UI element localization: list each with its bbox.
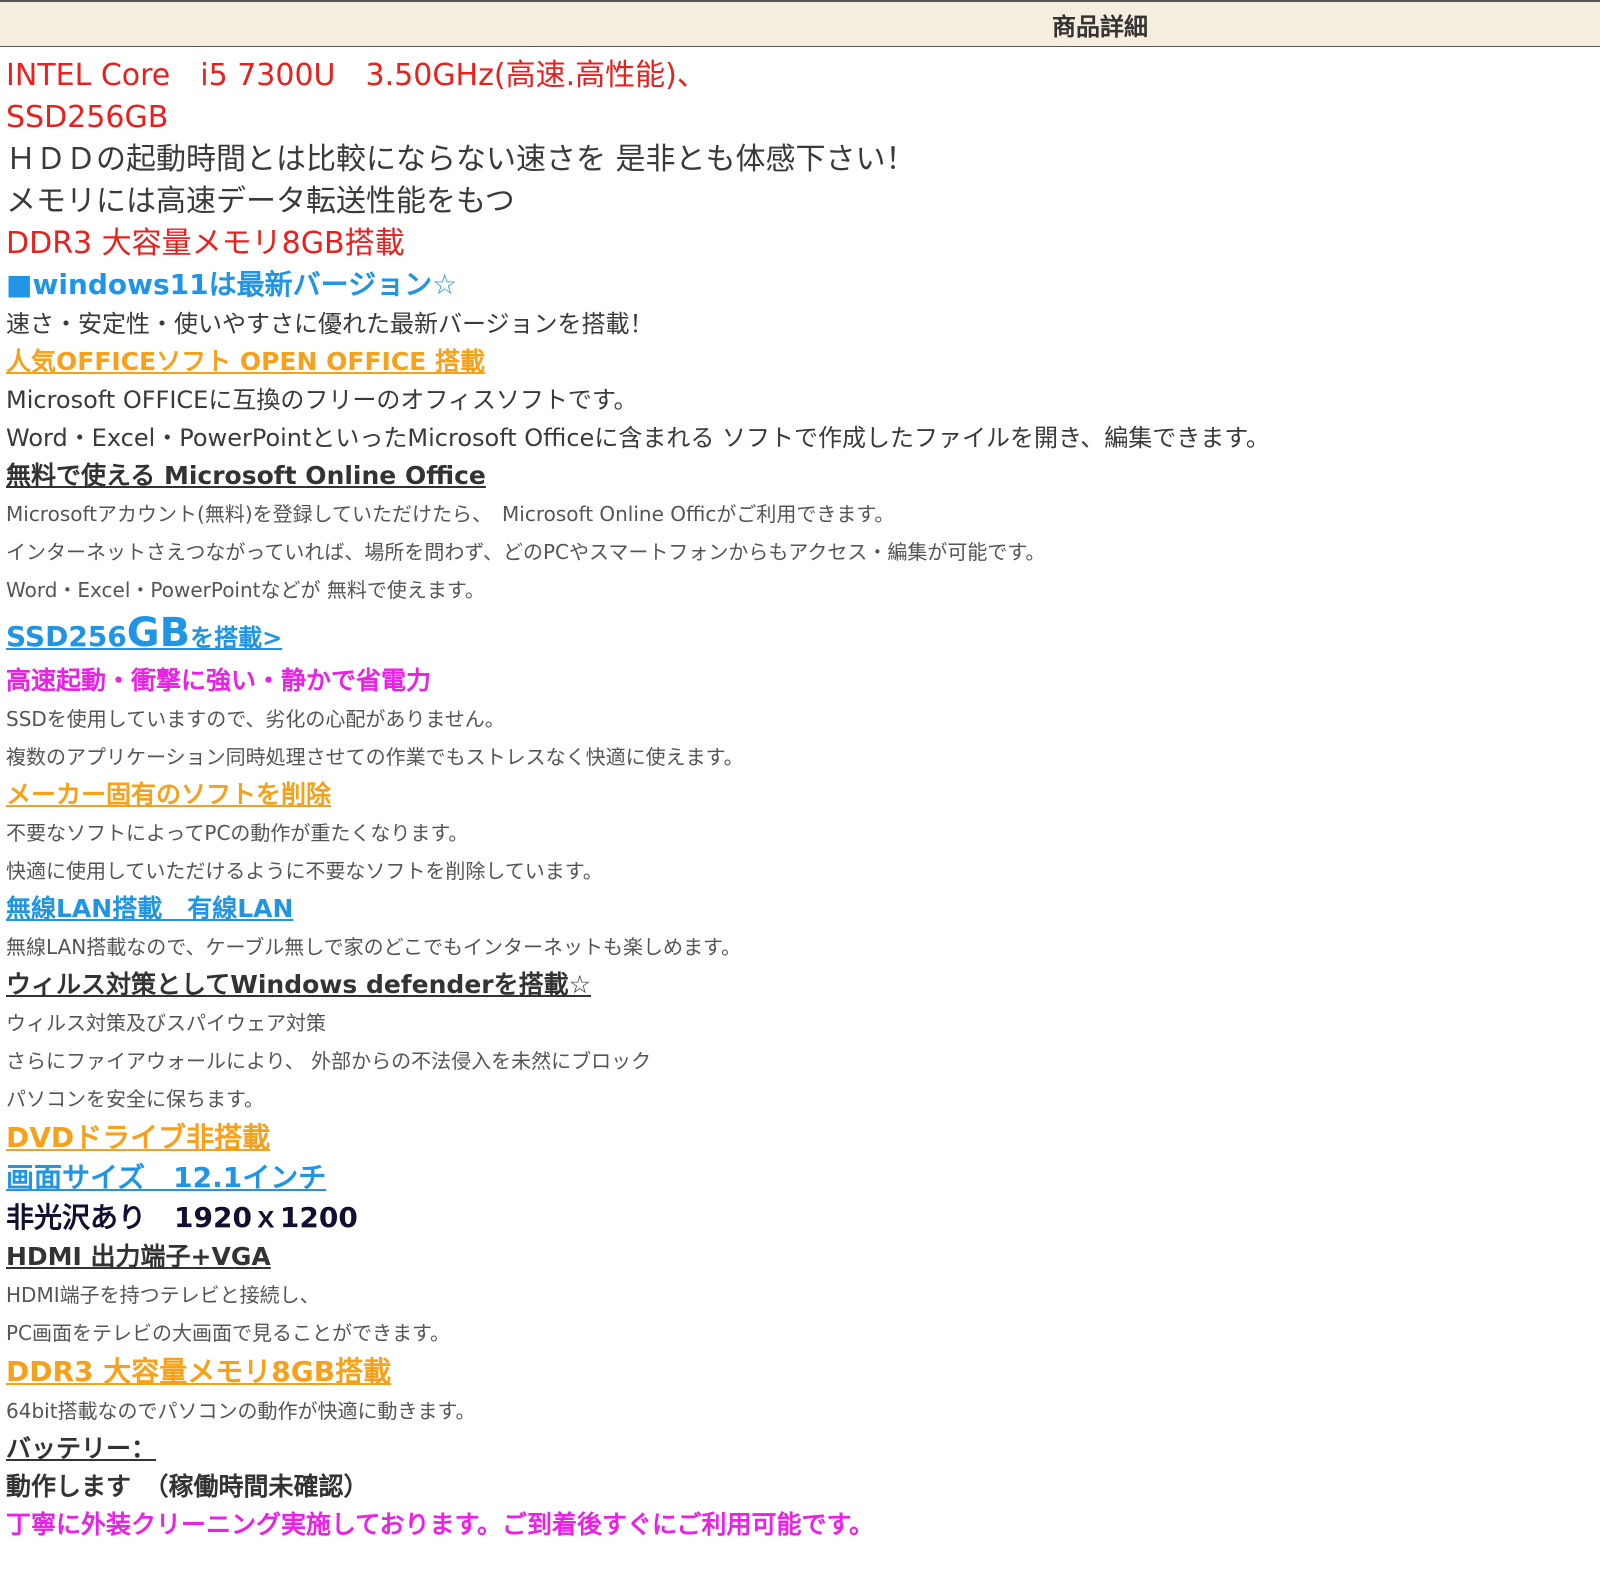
office-heading: 人気OFFICEソフト OPEN OFFICE 搭載 bbox=[6, 347, 485, 376]
cleaning-note: 丁寧に外装クリーニング実施しております。ご到着後すぐにご利用可能です。 bbox=[6, 1510, 875, 1539]
ssd-heading-a: SSD256 bbox=[6, 620, 127, 653]
hdmi-heading: HDMI 出力端子+VGA bbox=[6, 1242, 271, 1271]
ssd-desc-1: SSDを使用していますので、劣化の心配がありません。 bbox=[6, 707, 505, 731]
battery-heading: バッテリー： bbox=[6, 1434, 157, 1463]
dvd-heading: DVDドライブ非搭載 bbox=[6, 1121, 271, 1154]
memory-line: DDR3 大容量メモリ8GB搭載 bbox=[6, 226, 405, 261]
windows-heading: ■windows11は最新バージョン☆ bbox=[6, 268, 458, 301]
battery-desc: 動作します （稼働時間未確認） bbox=[6, 1472, 369, 1501]
online-office-heading: 無料で使える Microsoft Online Office bbox=[6, 461, 486, 490]
maker-software-desc-1: 不要なソフトによってPCの動作が重たくなります。 bbox=[6, 821, 469, 845]
ssd-features: 高速起動・衝撃に強い・静かで省電力 bbox=[6, 666, 432, 695]
office-desc-2: Word・Excel・PowerPointといったMicrosoft Offic… bbox=[6, 424, 1270, 452]
hdd-compare-line: ＨＤＤの起動時間とは比較にならない速さを 是非とも体感下さい！ bbox=[6, 142, 916, 177]
ssd-heading-b: GB bbox=[126, 610, 191, 656]
memory-intro-line: メモリには高速データ転送性能をもつ bbox=[6, 184, 515, 219]
virus-desc-2: さらにファイアウォールにより、 外部からの不法侵入を未然にブロック bbox=[6, 1049, 652, 1073]
windows-desc: 速さ・安定性・使いやすさに優れた最新バージョンを搭載！ bbox=[6, 310, 654, 338]
hdmi-desc-1: HDMI端子を持つテレビと接続し、 bbox=[6, 1283, 320, 1307]
ddr-desc: 64bit搭載なのでパソコンの動作が快適に動きます。 bbox=[6, 1399, 476, 1423]
ssd-heading: SSD256GBを搭載> bbox=[6, 609, 1594, 662]
header-title: 商品詳細 bbox=[1052, 12, 1148, 41]
online-office-desc-3: Word・Excel・PowerPointなどが 無料で使えます。 bbox=[6, 578, 485, 602]
product-description: INTEL Core i5 7300U 3.50GHz(高速.高性能)、 SSD… bbox=[0, 47, 1600, 1544]
ssd-heading-c: を搭載> bbox=[190, 624, 283, 652]
online-office-desc-2: インターネットさえつながっていれば、場所を問わず、どのPCやスマートフォンからも… bbox=[6, 540, 1046, 564]
maker-software-desc-2: 快適に使用していただけるように不要なソフトを削除しています。 bbox=[6, 859, 603, 883]
ssd-desc-2: 複数のアプリケーション同時処理させての作業でもストレスなく快適に使えます。 bbox=[6, 745, 744, 769]
ssd-line: SSD256GB bbox=[6, 100, 169, 135]
product-detail-header: 商品詳細 bbox=[0, 0, 1600, 47]
cpu-line: INTEL Core i5 7300U 3.50GHz(高速.高性能)、 bbox=[6, 58, 707, 93]
virus-desc-3: パソコンを安全に保ちます。 bbox=[6, 1087, 264, 1111]
hdmi-desc-2: PC画面をテレビの大画面で見ることができます。 bbox=[6, 1321, 451, 1345]
screen-size-heading: 画面サイズ 12.1インチ bbox=[6, 1161, 327, 1194]
online-office-desc-1: Microsoftアカウント(無料)を登録していただけたら、 Microsoft… bbox=[6, 502, 895, 526]
virus-desc-1: ウィルス対策及びスパイウェア対策 bbox=[6, 1011, 326, 1035]
screen-resolution: 非光沢あり 1920ｘ1200 bbox=[6, 1201, 358, 1234]
lan-desc: 無線LAN搭載なので、ケーブル無しで家のどこでもインターネットも楽しめます。 bbox=[6, 935, 742, 959]
office-desc-1: Microsoft OFFICEに互換のフリーのオフィスソフトです。 bbox=[6, 386, 638, 414]
maker-software-heading: メーカー固有のソフトを削除 bbox=[6, 780, 332, 809]
lan-heading: 無線LAN搭載 有線LAN bbox=[6, 894, 294, 923]
virus-heading: ウィルス対策としてWindows defenderを搭載☆ bbox=[6, 970, 592, 999]
ddr-heading: DDR3 大容量メモリ8GB搭載 bbox=[6, 1355, 392, 1388]
